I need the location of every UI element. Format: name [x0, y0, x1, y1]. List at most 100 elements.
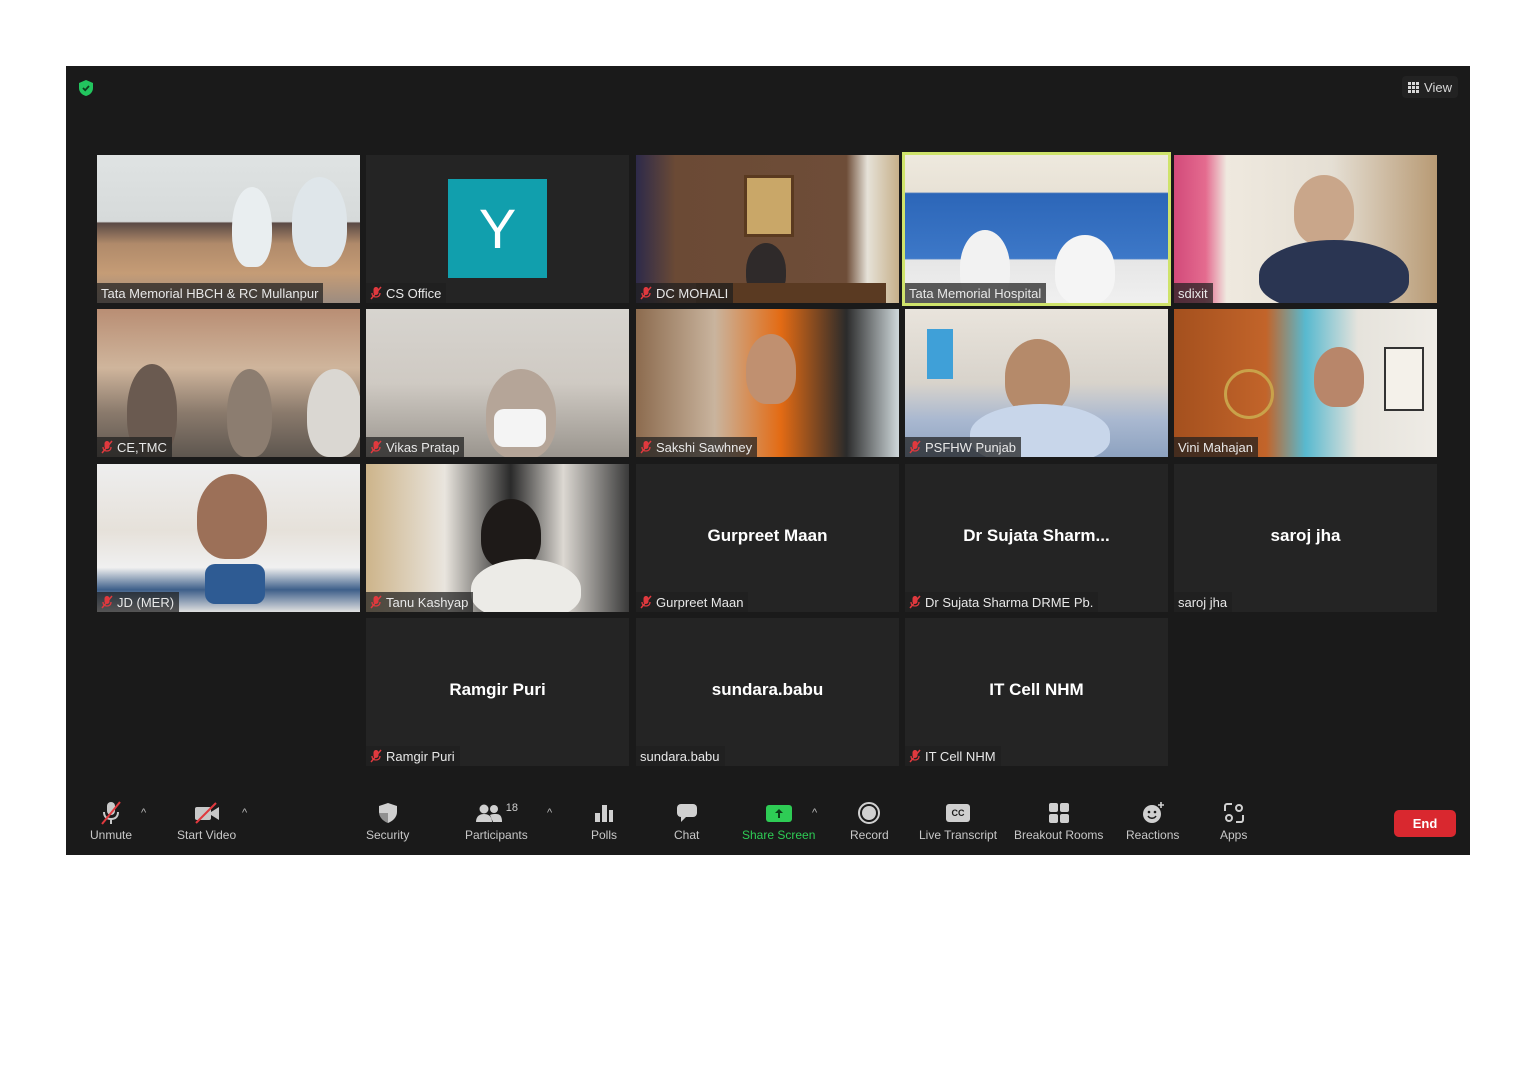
participants-icon: [475, 804, 502, 822]
participant-tile[interactable]: Tata Memorial HBCH & RC Mullanpur: [97, 155, 360, 303]
participant-name: sdixit: [1178, 285, 1208, 301]
record-button[interactable]: Record: [850, 799, 889, 842]
participant-video: [366, 464, 629, 612]
live-transcript-button[interactable]: CC Live Transcript: [919, 799, 997, 842]
participants-button[interactable]: 18 Participants: [465, 799, 528, 842]
participant-count: 18: [505, 802, 518, 814]
participant-name: Vini Mahajan: [1178, 439, 1253, 455]
participant-tile[interactable]: Ramgir Puri Ramgir Puri: [366, 618, 629, 766]
unmute-label: Unmute: [90, 828, 133, 842]
participant-tile[interactable]: Dr Sujata Sharm... Dr Sujata Sharma DRME…: [905, 464, 1168, 612]
video-camera-off-icon: [194, 802, 219, 824]
participant-display-name: Ramgir Puri: [449, 680, 546, 699]
mic-muted-icon: [640, 595, 652, 609]
participant-tile[interactable]: saroj jha saroj jha: [1174, 464, 1437, 612]
participant-tile[interactable]: PSFHW Punjab: [905, 309, 1168, 457]
apps-button[interactable]: Apps: [1220, 799, 1247, 842]
start-video-button[interactable]: Start Video: [177, 799, 236, 842]
participant-name: Dr Sujata Sharma DRME Pb.: [925, 594, 1094, 610]
participant-name-tag: PSFHW Punjab: [905, 437, 1022, 457]
encryption-shield-icon[interactable]: [78, 79, 94, 97]
view-button[interactable]: View: [1402, 76, 1458, 98]
participant-video: [636, 155, 899, 303]
unmute-button[interactable]: Unmute: [90, 799, 132, 842]
participant-display-name: IT Cell NHM: [989, 680, 1084, 699]
participant-tile[interactable]: Tanu Kashyap: [366, 464, 629, 612]
participant-tile[interactable]: Sakshi Sawhney: [636, 309, 899, 457]
mic-muted-icon: [640, 440, 652, 454]
participant-video: [905, 309, 1168, 457]
participant-name-tag: Tata Memorial Hospital: [905, 283, 1047, 303]
mic-muted-icon: [370, 595, 382, 609]
participant-display-name: sundara.babu: [711, 680, 824, 699]
mic-muted-icon: [370, 286, 382, 300]
share-options-caret[interactable]: ^: [812, 807, 817, 819]
participant-video: [366, 309, 629, 457]
share-screen-button[interactable]: Share Screen: [742, 799, 815, 842]
participant-name: Tata Memorial Hospital: [909, 285, 1042, 301]
reactions-button[interactable]: Reactions: [1126, 799, 1179, 842]
participant-tile[interactable]: CE,TMC: [97, 309, 360, 457]
participant-name: CS Office: [386, 285, 442, 301]
participant-tile[interactable]: Vini Mahajan: [1174, 309, 1437, 457]
participants-options-caret[interactable]: ^: [547, 807, 552, 819]
avatar-letter: Y: [478, 197, 517, 260]
participant-tile[interactable]: Gurpreet Maan Gurpreet Maan: [636, 464, 899, 612]
breakout-rooms-label: Breakout Rooms: [1014, 828, 1104, 842]
chat-bubble-icon: [676, 804, 697, 822]
breakout-rooms-button[interactable]: Breakout Rooms: [1014, 799, 1103, 842]
share-screen-arrow-icon: [765, 805, 792, 822]
participant-name: Vikas Pratap: [386, 439, 460, 455]
polls-button[interactable]: Polls: [591, 799, 617, 842]
participant-name-tag: Vini Mahajan: [1174, 437, 1258, 457]
participant-name: Tata Memorial HBCH & RC Mullanpur: [101, 285, 319, 301]
participant-name: Tanu Kashyap: [386, 594, 469, 610]
participant-name: JD (MER): [117, 594, 175, 610]
mic-muted-icon: [101, 595, 113, 609]
participant-name-tag: CS Office: [366, 283, 447, 303]
participant-name-tag: Dr Sujata Sharma DRME Pb.: [905, 592, 1099, 612]
zoom-meeting-window: View Tata Memorial HBCH & RC Mullanpur Y…: [66, 66, 1470, 855]
participant-name: IT Cell NHM: [925, 748, 996, 764]
meeting-toolbar: Unmute ^ Start Video ^ Security 18 Parti…: [66, 795, 1470, 855]
participant-tile-active-speaker[interactable]: Tata Memorial Hospital: [902, 152, 1171, 306]
chat-button[interactable]: Chat: [674, 799, 699, 842]
participant-video: [97, 155, 360, 303]
security-button[interactable]: Security: [366, 799, 409, 842]
reactions-smiley-icon: [1142, 802, 1164, 823]
live-transcript-label: Live Transcript: [919, 828, 998, 842]
apps-icon: [1223, 803, 1244, 823]
grid-view-icon: [1408, 81, 1420, 93]
audio-options-caret[interactable]: ^: [141, 807, 146, 819]
participant-name-tag: Vikas Pratap: [366, 437, 465, 457]
end-meeting-button[interactable]: End: [1394, 810, 1456, 837]
participant-tile[interactable]: JD (MER): [97, 464, 360, 612]
participant-tile[interactable]: Y CS Office: [366, 155, 629, 303]
participant-tile[interactable]: sundara.babu sundara.babu: [636, 618, 899, 766]
participant-display-name: saroj jha: [1270, 526, 1341, 545]
start-video-label: Start Video: [177, 828, 237, 842]
participant-tile[interactable]: DC MOHALI: [636, 155, 899, 303]
mic-muted-icon: [909, 749, 921, 763]
closed-caption-icon: CC: [946, 804, 971, 822]
participant-tile[interactable]: sdixit: [1174, 155, 1437, 303]
participant-video: [636, 309, 899, 457]
participant-name: sundara.babu: [640, 748, 720, 764]
participant-tile[interactable]: IT Cell NHM IT Cell NHM: [905, 618, 1168, 766]
avatar: Y: [448, 179, 547, 278]
apps-label: Apps: [1220, 828, 1248, 842]
reactions-label: Reactions: [1126, 828, 1180, 842]
mic-muted-icon: [640, 286, 652, 300]
participant-display-name: Gurpreet Maan: [707, 526, 828, 545]
participant-name-tag: Gurpreet Maan: [636, 592, 749, 612]
participant-name-tag: CE,TMC: [97, 437, 172, 457]
participant-name: DC MOHALI: [656, 285, 729, 301]
participant-name: saroj jha: [1178, 594, 1228, 610]
record-icon: [858, 802, 881, 824]
mic-muted-icon: [370, 749, 382, 763]
video-options-caret[interactable]: ^: [242, 807, 247, 819]
participant-tile[interactable]: Vikas Pratap: [366, 309, 629, 457]
participant-name: CE,TMC: [117, 439, 167, 455]
mic-muted-icon: [909, 440, 921, 454]
security-shield-icon: [378, 803, 397, 823]
